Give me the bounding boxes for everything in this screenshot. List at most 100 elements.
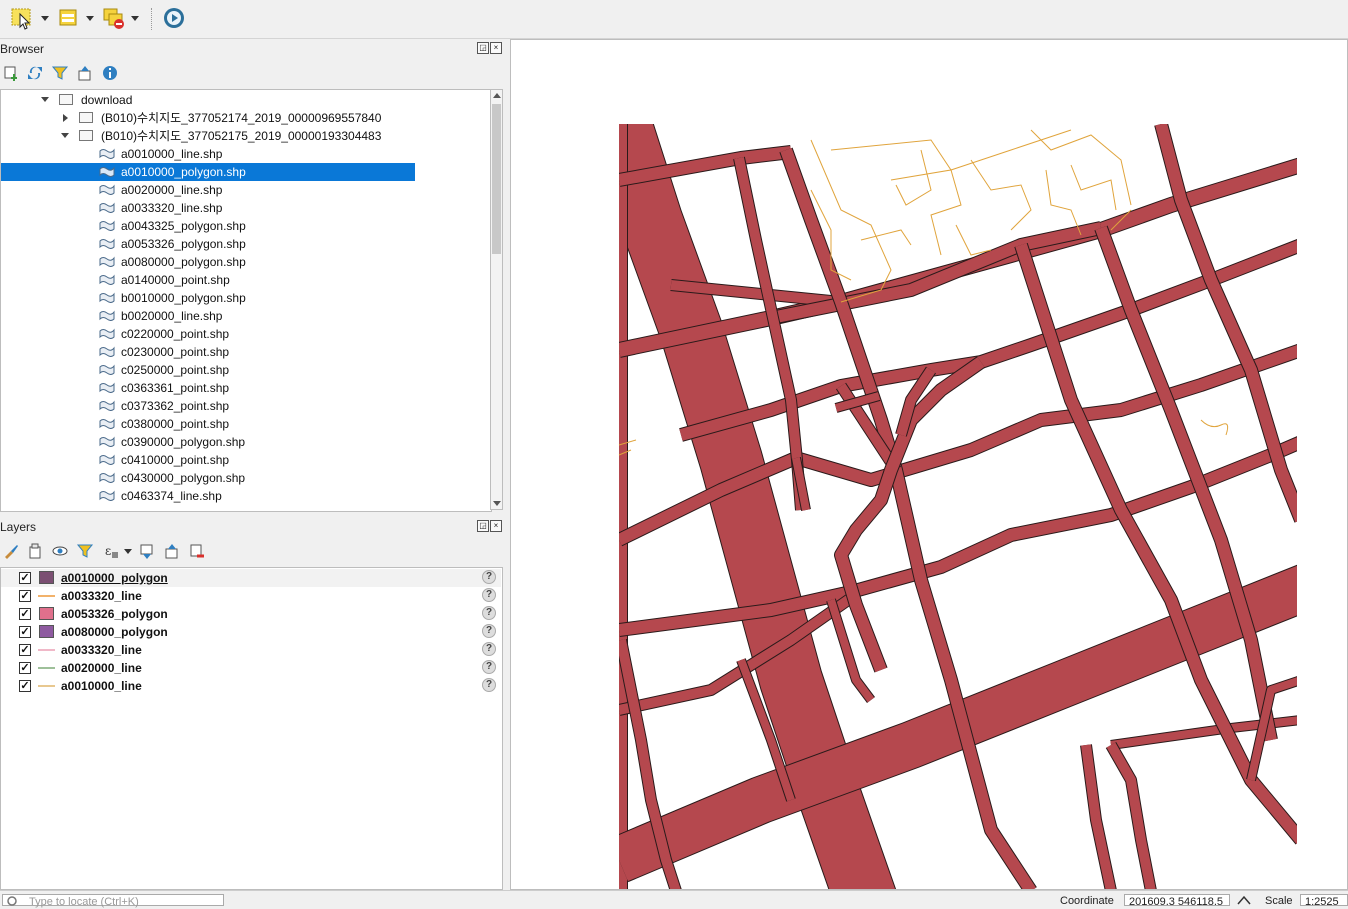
browser-file-item[interactable]: c0373362_point.shp [1,397,491,415]
layer-item[interactable]: ✓ a0033320_line? [1,587,501,605]
collapse-all-layers-icon[interactable] [163,542,181,560]
layer-visibility-checkbox[interactable]: ✓ [19,572,31,584]
browser-file-item[interactable]: c0430000_polygon.shp [1,469,491,487]
browser-file-item[interactable]: a0080000_polygon.shp [1,253,491,271]
caret-right-icon[interactable] [63,114,68,122]
unknown-crs-icon[interactable]: ? [482,624,496,638]
browser-file-item[interactable]: b0020000_line.shp [1,307,491,325]
browser-folder-item[interactable]: (B010)수치지도_377052175_2019_00000193304483 [1,127,491,145]
add-selected-layers-icon[interactable] [2,64,20,82]
refresh-icon[interactable] [26,64,44,82]
browser-file-item[interactable]: a0020000_line.shp [1,181,491,199]
svg-text:ε: ε [105,544,111,558]
browser-file-item[interactable]: c0410000_point.shp [1,451,491,469]
attribute-dropdown-icon[interactable] [86,16,94,21]
unknown-crs-icon[interactable]: ? [482,588,496,602]
collapse-all-icon[interactable] [76,64,94,82]
properties-info-icon[interactable] [101,64,119,82]
close-panel-icon[interactable]: × [490,520,502,532]
layer-visibility-checkbox[interactable]: ✓ [19,608,31,620]
float-panel-icon[interactable]: ◲ [477,520,489,532]
layer-styling-icon[interactable] [2,542,20,560]
float-panel-icon[interactable]: ◲ [477,42,489,54]
browser-tree[interactable]: download (B010)수치지도_377052174_2019_000009… [0,89,492,512]
shapefile-icon [99,148,115,159]
browser-scrollbar[interactable] [490,89,503,510]
browser-file-item[interactable]: c0220000_point.shp [1,325,491,343]
browser-file-item[interactable]: c0250000_point.shp [1,361,491,379]
browser-file-item[interactable]: a0140000_point.shp [1,271,491,289]
select-dropdown-icon[interactable] [41,16,49,21]
layer-visibility-checkbox[interactable]: ✓ [19,626,31,638]
shapefile-icon [99,220,115,231]
browser-file-item[interactable]: a0043325_polygon.shp [1,217,491,235]
unknown-crs-icon[interactable]: ? [482,678,496,692]
browser-folder-item[interactable]: (B010)수치지도_377052174_2019_00000969557840 [1,109,491,127]
browser-file-item[interactable]: c0380000_point.shp [1,415,491,433]
browser-file-item[interactable]: c0390000_polygon.shp [1,433,491,451]
scroll-down-icon[interactable] [493,501,501,506]
layer-visibility-checkbox[interactable]: ✓ [19,644,31,656]
layers-toolbar: ε [0,542,220,560]
layer-item[interactable]: ✓ a0080000_polygon? [1,623,501,641]
filter-legend-icon[interactable] [76,542,94,560]
layer-item[interactable]: ✓ a0053326_polygon? [1,605,501,623]
toolbar-separator [151,8,153,30]
layer-item[interactable]: ✓ a0033320_line? [1,641,501,659]
add-group-icon[interactable] [26,542,44,560]
scroll-up-icon[interactable] [493,93,501,98]
select-features-icon[interactable] [10,6,34,30]
browser-dock-controls: ◲ × [477,42,502,54]
layer-name: a0033320_line [61,643,142,657]
unknown-crs-icon[interactable]: ? [482,642,496,656]
folder-icon [79,112,93,123]
scale-field[interactable]: 1:2525 [1300,894,1348,906]
remove-layer-icon[interactable] [188,542,206,560]
browser-item-label: c0380000_point.shp [121,417,230,431]
layer-visibility-checkbox[interactable]: ✓ [19,662,31,674]
unknown-crs-icon[interactable]: ? [482,660,496,674]
browser-file-item[interactable]: c0463374_line.shp [1,487,491,505]
map-canvas[interactable] [510,39,1348,890]
temporal-controller-icon[interactable] [162,6,186,30]
layer-item[interactable]: ✓ a0010000_line? [1,677,501,695]
locator-search-input[interactable]: Type to locate (Ctrl+K) [2,894,224,908]
open-attribute-table-icon[interactable] [57,6,81,30]
layer-name: a0053326_polygon [61,607,168,621]
layers-tree[interactable]: ✓ a0010000_polygon? ✓ a0033320_line? ✓ a00533… [0,567,503,890]
browser-item-label: (B010)수치지도_377052174_2019_00000969557840 [101,111,382,125]
filter-browser-icon[interactable] [51,64,69,82]
browser-item-label: a0010000_line.shp [121,147,223,161]
caret-down-icon[interactable] [41,97,49,102]
browser-file-item[interactable]: c0230000_point.shp [1,343,491,361]
layer-visibility-checkbox[interactable]: ✓ [19,680,31,692]
coordinate-field[interactable]: 201609,3 546118,5 [1124,894,1230,906]
map-render[interactable] [511,40,1348,890]
deselect-dropdown-icon[interactable] [131,16,139,21]
browser-file-item[interactable]: b0010000_polygon.shp [1,289,491,307]
browser-item-label: b0010000_polygon.shp [121,291,246,305]
unknown-crs-icon[interactable]: ? [482,606,496,620]
expression-dropdown-icon[interactable] [124,549,132,554]
caret-down-icon[interactable] [61,133,69,138]
layer-item[interactable]: ✓ a0010000_polygon? [1,569,501,587]
unknown-crs-icon[interactable]: ? [482,570,496,584]
browser-file-item[interactable]: a0010000_polygon.shp [1,163,491,181]
building-outline [1200,419,1229,436]
browser-file-item[interactable]: a0033320_line.shp [1,199,491,217]
browser-file-item[interactable]: a0053326_polygon.shp [1,235,491,253]
browser-toolbar [0,64,130,82]
close-panel-icon[interactable]: × [490,42,502,54]
deselect-features-icon[interactable] [102,6,126,30]
expand-all-icon[interactable] [138,542,156,560]
browser-folder-item[interactable]: download [1,91,491,109]
layer-item[interactable]: ✓ a0020000_line? [1,659,501,677]
filter-expression-icon[interactable]: ε [102,542,120,560]
scroll-thumb[interactable] [492,104,501,254]
browser-file-item[interactable]: a0010000_line.shp [1,145,491,163]
toggle-extents-icon[interactable] [1236,894,1252,905]
browser-file-item[interactable]: c0363361_point.shp [1,379,491,397]
layer-visibility-checkbox[interactable]: ✓ [19,590,31,602]
manage-visibility-icon[interactable] [51,542,69,560]
browser-item-label: a0080000_polygon.shp [121,255,246,269]
